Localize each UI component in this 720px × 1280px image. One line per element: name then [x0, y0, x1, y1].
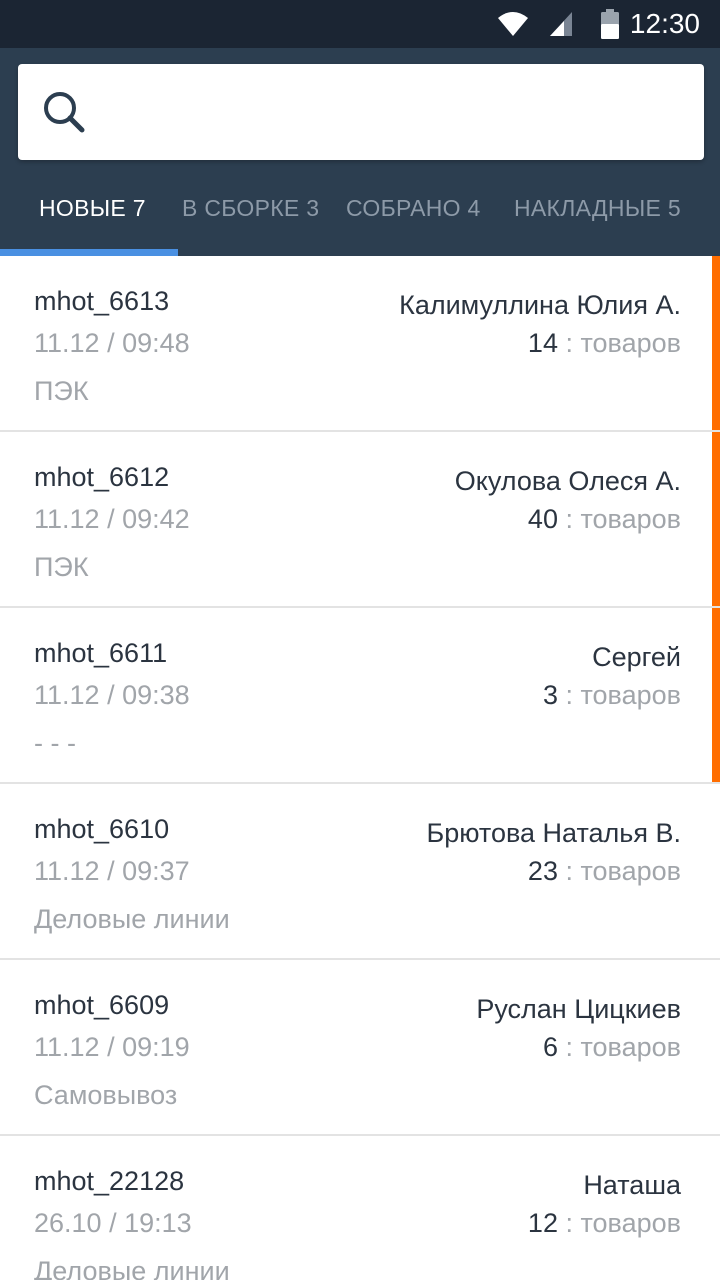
search-icon[interactable] — [42, 90, 86, 134]
status-time: 12:30 — [629, 8, 700, 39]
tab-bar: НОВЫЕ 7 В СБОРКЕ 3 СОБРАНО 4 НАКЛАДНЫЕ 5 — [0, 170, 720, 256]
order-date: 11.12 / 09:38 — [34, 680, 190, 710]
order-carrier: - - - — [34, 728, 76, 758]
search-box[interactable] — [18, 64, 704, 160]
order-carrier: ПЭК — [34, 376, 89, 406]
item-count-value: 12 — [527, 1208, 558, 1238]
order-carrier: Самовывоз — [34, 1080, 178, 1110]
order-row[interactable]: mhot_6612 11.12 / 09:42 ПЭК Окулова Олес… — [0, 432, 720, 608]
order-date: 11.12 / 09:48 — [34, 328, 190, 358]
order-id: mhot_22128 — [34, 1166, 185, 1196]
search-input[interactable] — [118, 84, 682, 142]
item-count-value: 6 — [542, 1032, 558, 1062]
item-count: 40 : товаров — [528, 504, 681, 535]
order-id: mhot_6612 — [34, 462, 170, 492]
app-bar: НОВЫЕ 7 В СБОРКЕ 3 СОБРАНО 4 НАКЛАДНЫЕ 5 — [0, 48, 720, 256]
order-carrier: Деловые линии — [34, 1256, 230, 1280]
item-count-unit: : товаров — [557, 328, 681, 358]
item-count: 23 : товаров — [528, 856, 681, 887]
tab-active-indicator — [0, 249, 178, 256]
order-row[interactable]: mhot_6611 11.12 / 09:38 - - - Сергей 3 :… — [0, 608, 720, 784]
order-row[interactable]: mhot_6609 11.12 / 09:19 Самовывоз Руслан… — [0, 960, 720, 1136]
order-id: mhot_6611 — [34, 638, 168, 668]
orders-list: mhot_6613 11.12 / 09:48 ПЭК Калимуллина … — [0, 256, 720, 1280]
customer-name: Окулова Олеся А. — [454, 466, 681, 496]
order-row[interactable]: mhot_22128 26.10 / 19:13 Деловые линии Н… — [0, 1136, 720, 1280]
customer-name: Руслан Цицкиев — [476, 994, 681, 1024]
tab-new[interactable]: НОВЫЕ 7 — [39, 170, 146, 250]
customer-name: Наташа — [583, 1170, 681, 1200]
order-row[interactable]: mhot_6610 11.12 / 09:37 Деловые линии Бр… — [0, 784, 720, 960]
customer-name: Калимуллина Юлия А. — [399, 290, 681, 320]
order-carrier: Деловые линии — [34, 904, 230, 934]
item-count-value: 40 — [527, 504, 558, 534]
item-count-value: 3 — [542, 680, 558, 710]
order-row[interactable]: mhot_6613 11.12 / 09:48 ПЭК Калимуллина … — [0, 256, 720, 432]
tab-assembling[interactable]: В СБОРКЕ 3 — [182, 170, 319, 250]
item-count-unit: : товаров — [557, 504, 681, 534]
order-date: 11.12 / 09:37 — [34, 856, 190, 886]
order-date: 11.12 / 09:19 — [34, 1032, 190, 1062]
signal-icon — [550, 12, 572, 36]
item-count: 6 : товаров — [543, 1032, 681, 1063]
battery-icon — [601, 9, 619, 39]
item-count-value: 14 — [527, 328, 558, 358]
item-count-unit: : товаров — [557, 680, 681, 710]
item-count: 12 : товаров — [528, 1208, 681, 1239]
item-count: 14 : товаров — [528, 328, 681, 359]
item-count-unit: : товаров — [557, 1032, 681, 1062]
item-count-value: 23 — [527, 856, 558, 886]
tab-assembled[interactable]: СОБРАНО 4 — [346, 170, 481, 250]
order-id: mhot_6609 — [34, 990, 170, 1020]
order-id: mhot_6613 — [34, 286, 170, 316]
wifi-icon — [498, 12, 528, 36]
order-date: 26.10 / 19:13 — [34, 1208, 192, 1238]
item-count-unit: : товаров — [557, 1208, 681, 1238]
order-id: mhot_6610 — [34, 814, 170, 844]
customer-name: Сергей — [592, 642, 681, 672]
customer-name: Брютова Наталья В. — [426, 818, 681, 848]
order-date: 11.12 / 09:42 — [34, 504, 190, 534]
item-count-unit: : товаров — [557, 856, 681, 886]
tab-invoices[interactable]: НАКЛАДНЫЕ 5 — [514, 170, 681, 250]
order-carrier: ПЭК — [34, 552, 89, 582]
item-count: 3 : товаров — [543, 680, 681, 711]
status-bar: 12:30 — [0, 0, 720, 48]
